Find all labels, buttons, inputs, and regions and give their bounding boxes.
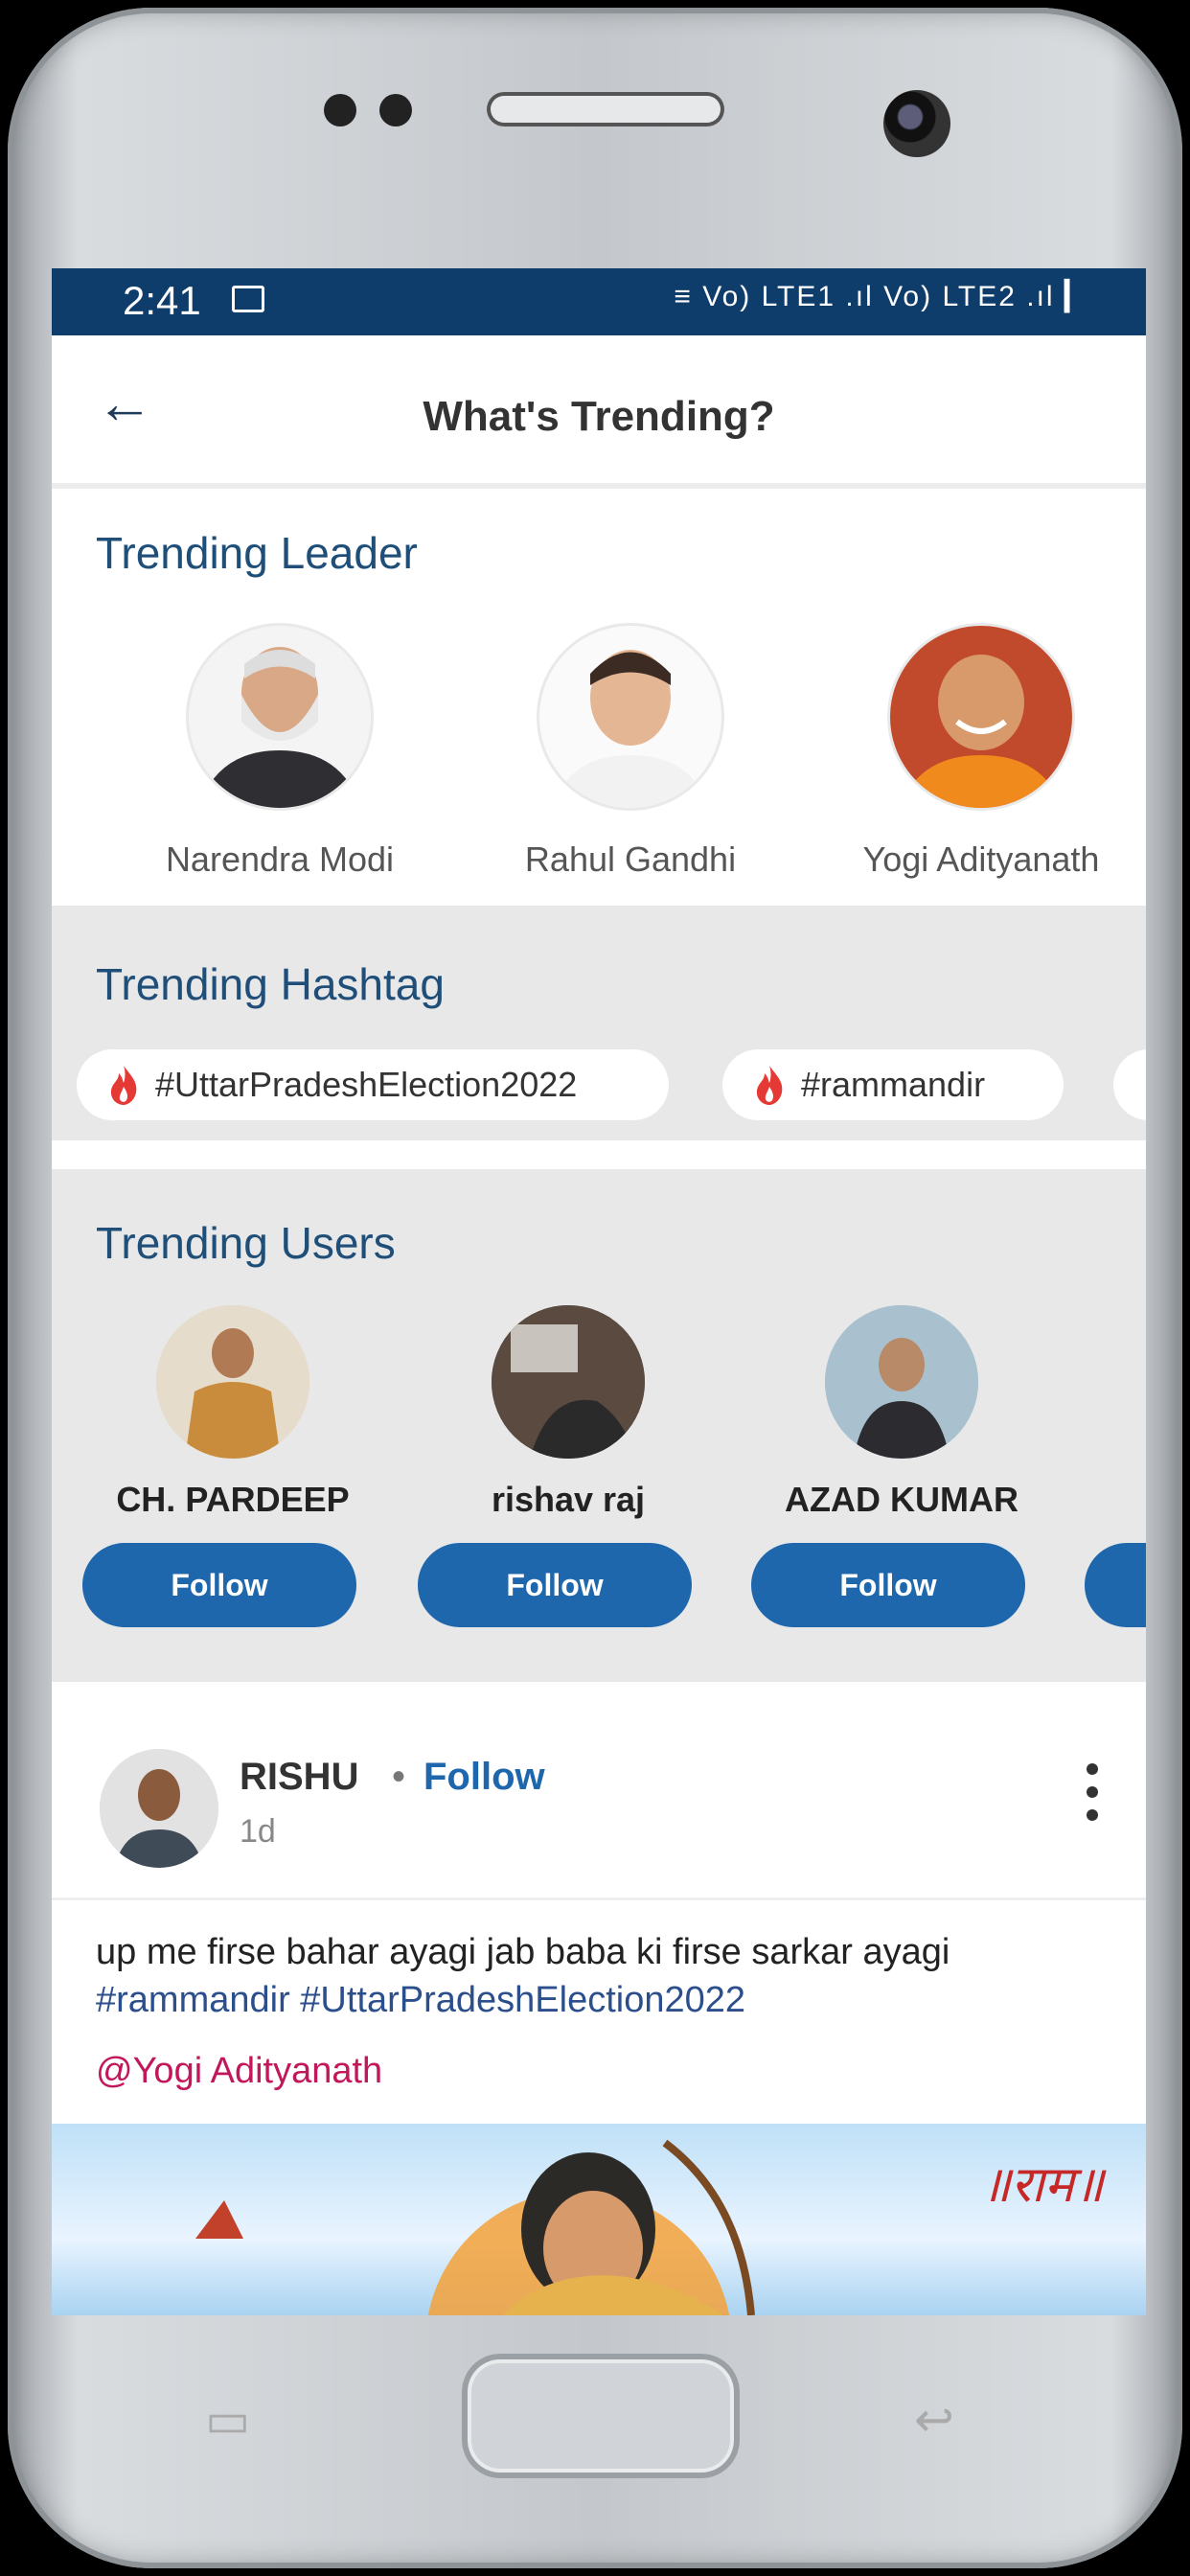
post-follow-link[interactable]: Follow: [423, 1756, 545, 1799]
flame-icon: [110, 1066, 137, 1105]
user-card: CH. PARDEEP: [75, 1305, 391, 1520]
app-screen: 2:41 ≡ Vo) LTE1 .ıl Vo) LTE2 .ıl ▎ ← Wha…: [52, 268, 1146, 2315]
home-button[interactable]: [462, 2354, 740, 2478]
hashtag-label: #UttarPradeshElection2022: [155, 1065, 578, 1104]
user-name: AZAD KUMAR: [785, 1480, 1018, 1519]
post-time: 1d: [240, 1813, 276, 1850]
user-card: AZAD KUMAR: [744, 1305, 1060, 1520]
hardware-buttons: ▭ ↩: [52, 2315, 1146, 2507]
post-header: RISHU • Follow 1d: [52, 1706, 1146, 1900]
section-title-leaders: Trending Leader: [96, 528, 418, 578]
flame-icon: [756, 1066, 783, 1105]
leader-item[interactable]: Rahul Gandhi: [458, 623, 803, 880]
page-title: What's Trending?: [423, 393, 775, 440]
leader-name: Narendra Modi: [165, 840, 395, 879]
section-title-hashtags: Trending Hashtag: [96, 959, 445, 1009]
front-camera-icon: [883, 90, 950, 157]
hashtag-chip[interactable]: #rammandir: [722, 1049, 1064, 1120]
signal-battery-icon: ≡ Vo) LTE1 .ıl Vo) LTE2 .ıl ▎: [674, 281, 1088, 312]
user-card: rishav raj: [410, 1305, 726, 1520]
status-time: 2:41: [123, 278, 201, 323]
avatar[interactable]: [156, 1305, 309, 1459]
separator-dot: •: [392, 1756, 406, 1798]
more-options-icon[interactable]: [1087, 1763, 1098, 1832]
post-image[interactable]: ॥राम॥: [52, 2124, 1146, 2315]
leader-item[interactable]: Yogi Adityanath: [809, 623, 1146, 880]
leader-name: Yogi Adityanath: [862, 840, 1100, 879]
post-hashtags[interactable]: #rammandir #UttarPradeshElection2022: [96, 1976, 1111, 2024]
back-nav-icon[interactable]: ↩: [914, 2392, 954, 2448]
avatar: [537, 623, 724, 811]
recent-apps-icon[interactable]: ▭: [205, 2392, 250, 2448]
post-mention[interactable]: @Yogi Adityanath: [96, 2051, 382, 2092]
users-section: Trending Users CH. PARDEEP rishav raj AZ…: [52, 1169, 1146, 1682]
banner-text: ॥राम॥: [980, 2157, 1104, 2213]
follow-button[interactable]: Follow: [82, 1543, 356, 1627]
leader-item[interactable]: Narendra Modi: [107, 623, 452, 880]
hashtag-chip-partial[interactable]: [1113, 1049, 1146, 1120]
post-author[interactable]: RISHU: [240, 1756, 358, 1799]
status-bar: 2:41 ≡ Vo) LTE1 .ıl Vo) LTE2 .ıl ▎: [52, 268, 1146, 335]
leader-name: Rahul Gandhi: [524, 840, 737, 879]
avatar: [186, 623, 374, 811]
app-bar: ← What's Trending?: [52, 335, 1146, 489]
avatar[interactable]: [100, 1749, 218, 1868]
user-name: CH. PARDEEP: [116, 1480, 350, 1519]
avatar: [887, 623, 1075, 811]
post-body: up me firse bahar ayagi jab baba ki firs…: [96, 1928, 1111, 2024]
sensor-icon: [324, 94, 356, 126]
avatar[interactable]: [492, 1305, 645, 1459]
follow-button-partial[interactable]: [1085, 1543, 1146, 1627]
sensor-icon: [379, 94, 412, 126]
image-notification-icon: [232, 286, 264, 312]
user-name: rishav raj: [491, 1480, 646, 1519]
hashtag-chip[interactable]: #UttarPradeshElection2022: [77, 1049, 669, 1120]
avatar[interactable]: [825, 1305, 978, 1459]
follow-button[interactable]: Follow: [418, 1543, 692, 1627]
post-text: up me firse bahar ayagi jab baba ki firs…: [96, 1932, 950, 1972]
section-title-users: Trending Users: [96, 1218, 396, 1268]
hashtag-section: Trending Hashtag #UttarPradeshElection20…: [52, 906, 1146, 1140]
hashtag-label: #rammandir: [801, 1065, 986, 1104]
follow-button[interactable]: Follow: [751, 1543, 1025, 1627]
earpiece-speaker: [487, 92, 724, 126]
